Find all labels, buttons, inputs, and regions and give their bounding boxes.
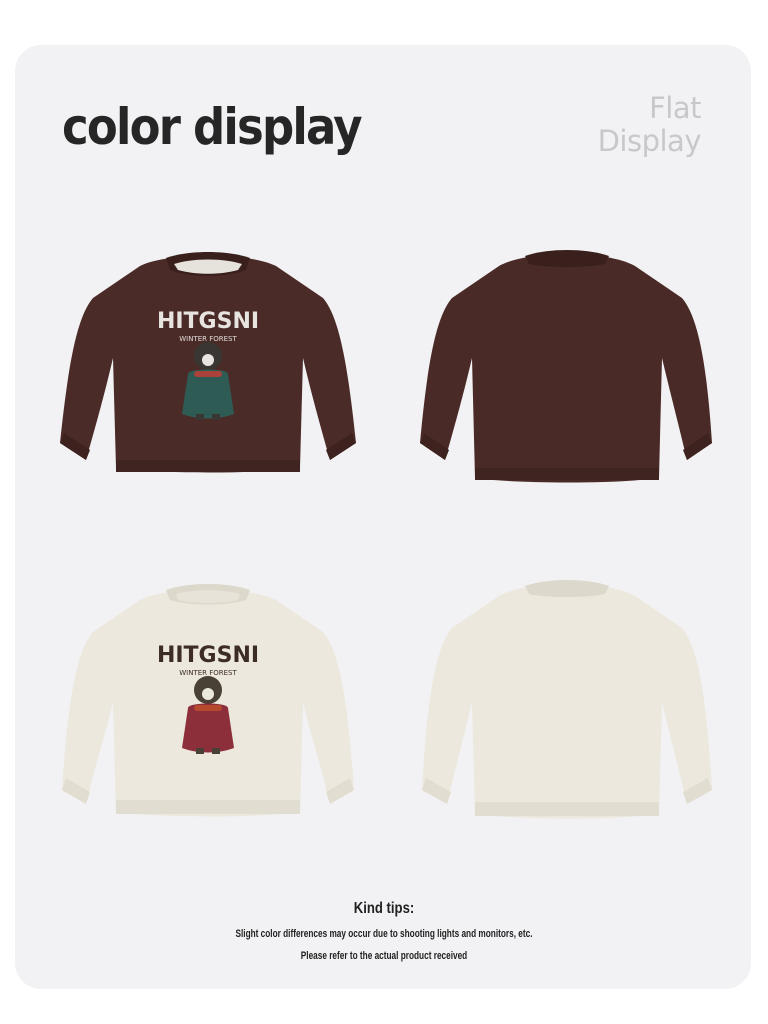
sweatshirt-brown-back-image: [420, 250, 712, 483]
flat-label-line2: Display: [597, 124, 702, 158]
sweatshirt-cream-back-image: [422, 580, 712, 819]
print-subtext: WINTER FOREST: [179, 335, 237, 343]
sweatshirt-cream-back: [407, 572, 727, 832]
tips-title: Kind tips:: [353, 900, 415, 917]
kind-tips: Kind tips: Slight color differences may …: [0, 900, 768, 967]
tips-line-1: Slight color differences may occur due t…: [235, 928, 533, 940]
print-subtext: WINTER FOREST: [179, 669, 237, 677]
flat-label-line1: Flat: [649, 91, 701, 125]
sweatshirt-brown-front-image: HITGSNI WINTER FOREST: [60, 252, 356, 473]
print-text: HITGSNI: [157, 309, 259, 334]
sweatshirt-brown-front: HITGSNI WINTER FOREST: [48, 238, 368, 498]
sweatshirt-cream-front-image: HITGSNI WINTER FOREST: [62, 584, 354, 817]
sweatshirt-brown-back: [407, 238, 727, 498]
flat-display-label: Flat Display: [597, 91, 702, 158]
sweatshirt-cream-front: HITGSNI WINTER FOREST: [48, 572, 368, 832]
print-text: HITGSNI: [157, 643, 259, 668]
page-title: color display: [62, 98, 363, 156]
tips-line-2: Please refer to the actual product recei…: [300, 950, 468, 962]
color-display-card: [15, 45, 751, 989]
